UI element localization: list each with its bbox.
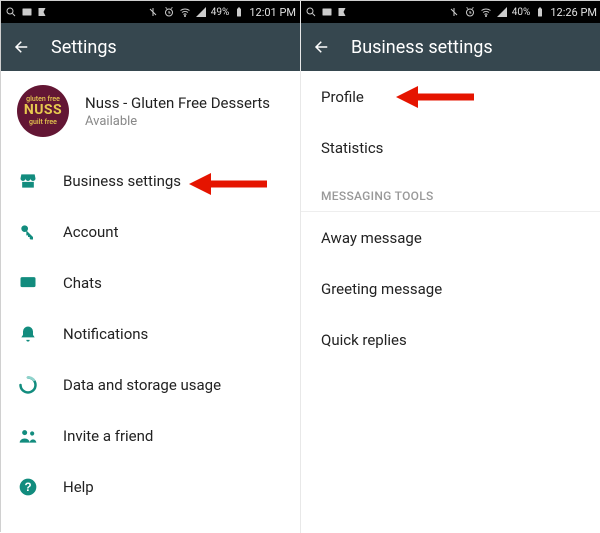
business-settings-list: Profile Statistics MESSAGING TOOLS Away … — [301, 71, 600, 533]
row-label: Help — [63, 478, 94, 496]
search-indicator-icon — [305, 6, 317, 18]
screen-business-settings: 40% 12:26 PM Business settings Profile S… — [301, 1, 600, 533]
back-icon[interactable] — [13, 38, 31, 56]
row-label: Profile — [321, 88, 364, 106]
status-bar: 40% 12:26 PM — [301, 1, 600, 23]
picture-indicator-icon — [21, 6, 33, 18]
battery-text: 40% — [512, 7, 531, 18]
row-label: Greeting message — [321, 280, 442, 298]
alarm-icon — [163, 6, 175, 18]
avatar: gluten free NUSS guilt free — [17, 85, 69, 137]
row-label: Away message — [321, 229, 422, 247]
people-icon — [17, 425, 39, 447]
profile-status: Available — [85, 114, 270, 129]
alarm-icon — [464, 6, 476, 18]
row-notifications[interactable]: Notifications — [1, 308, 300, 359]
page-title: Settings — [51, 37, 117, 58]
battery-text: 49% — [211, 7, 230, 18]
row-help[interactable]: ? Help — [1, 461, 300, 512]
clock-text: 12:01 PM — [249, 6, 296, 19]
mute-icon — [448, 6, 460, 18]
battery-icon — [233, 6, 245, 18]
page-title: Business settings — [351, 37, 493, 58]
picture-indicator-icon — [321, 6, 333, 18]
row-label: Data and storage usage — [63, 376, 221, 394]
header: Business settings — [301, 23, 600, 71]
wifi-icon — [480, 6, 492, 18]
back-icon[interactable] — [313, 38, 331, 56]
help-icon: ? — [17, 476, 39, 498]
row-label: Account — [63, 223, 119, 241]
row-account[interactable]: Account — [1, 206, 300, 257]
screen-settings: 49% 12:01 PM Settings gluten free NUSS g… — [1, 1, 301, 533]
row-label: Business settings — [63, 172, 181, 190]
signal-icon — [195, 6, 207, 18]
data-usage-icon — [17, 374, 39, 396]
search-indicator-icon — [5, 6, 17, 18]
storefront-icon — [17, 170, 39, 192]
row-statistics[interactable]: Statistics — [301, 122, 600, 173]
row-label: Quick replies — [321, 331, 407, 349]
header: Settings — [1, 23, 300, 71]
row-quick-replies[interactable]: Quick replies — [301, 314, 600, 365]
mute-icon — [147, 6, 159, 18]
row-invite[interactable]: Invite a friend — [1, 410, 300, 461]
row-chats[interactable]: Chats — [1, 257, 300, 308]
battery-icon — [534, 6, 546, 18]
settings-list: Business settings Account Chats Notifica… — [1, 155, 300, 533]
row-label: Notifications — [63, 325, 148, 343]
row-label: Invite a friend — [63, 427, 153, 445]
bell-icon — [17, 323, 39, 345]
profile-name: Nuss - Gluten Free Desserts — [85, 94, 270, 112]
row-greeting-message[interactable]: Greeting message — [301, 263, 600, 314]
row-label: Statistics — [321, 139, 383, 157]
check-indicator-icon — [37, 6, 49, 18]
profile-block[interactable]: gluten free NUSS guilt free Nuss - Glute… — [1, 71, 300, 155]
row-label: Chats — [63, 274, 102, 292]
row-data-storage[interactable]: Data and storage usage — [1, 359, 300, 410]
key-icon — [17, 221, 39, 243]
wifi-icon — [179, 6, 191, 18]
status-bar: 49% 12:01 PM — [1, 1, 300, 23]
row-away-message[interactable]: Away message — [301, 212, 600, 263]
signal-icon — [496, 6, 508, 18]
section-header-messaging-tools: MESSAGING TOOLS — [301, 177, 600, 212]
row-business-settings[interactable]: Business settings — [1, 155, 300, 206]
chat-icon — [17, 272, 39, 294]
svg-text:?: ? — [24, 481, 31, 494]
row-profile[interactable]: Profile — [301, 71, 600, 122]
clock-text: 12:26 PM — [550, 6, 597, 19]
check-indicator-icon — [337, 6, 349, 18]
